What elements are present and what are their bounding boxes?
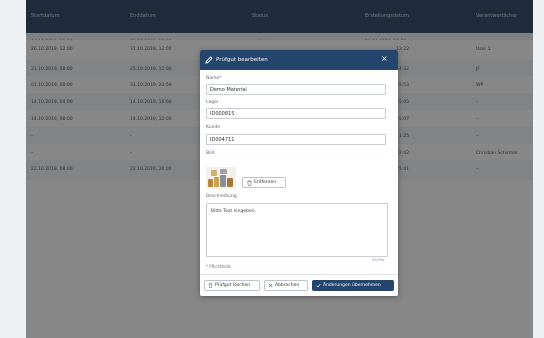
remove-image-button[interactable]: Entfernen (242, 177, 286, 188)
kunde-input[interactable]: ID004711 (206, 134, 386, 145)
dialog-header: Prüfgut bearbeiten × (200, 50, 398, 70)
footer-divider (200, 274, 398, 275)
material-image (206, 167, 236, 189)
apply-changes-button[interactable]: Änderungen übernehmen (312, 280, 394, 291)
description-textarea[interactable]: Bitte Text eingeben. (206, 203, 388, 257)
description-value: Bitte Text eingeben. (211, 209, 256, 214)
kunde-label: Kunde (206, 125, 221, 130)
required-note: * Pflichtfelds (206, 264, 232, 269)
trash-icon (208, 283, 213, 288)
x-icon (268, 283, 273, 288)
apply-label: Änderungen übernehmen (323, 283, 381, 288)
delete-label: Prüfgut löschen (215, 283, 251, 288)
lager-label: Lager (206, 100, 219, 105)
character-counter: 20/500 (372, 258, 385, 262)
name-label: Name* (206, 76, 222, 81)
check-icon (316, 283, 321, 288)
cancel-label: Abbrechen (275, 283, 300, 288)
trash-icon (247, 180, 252, 186)
image-thumbnail (206, 167, 236, 189)
beschreibung-label: Beschreibung (206, 194, 237, 199)
remove-label: Entfernen (254, 180, 277, 185)
cancel-button[interactable]: Abbrechen (264, 280, 308, 291)
close-icon[interactable]: × (381, 55, 388, 63)
pencil-icon (205, 56, 213, 64)
edit-dialog: Prüfgut bearbeiten × Name* Demo Material… (200, 50, 398, 296)
name-input[interactable]: Demo Material (206, 84, 386, 95)
dialog-title: Prüfgut bearbeiten (216, 57, 268, 63)
bild-label: Bild (206, 151, 215, 156)
lager-input[interactable]: ID000815 (206, 108, 386, 119)
delete-button[interactable]: Prüfgut löschen (204, 280, 260, 291)
